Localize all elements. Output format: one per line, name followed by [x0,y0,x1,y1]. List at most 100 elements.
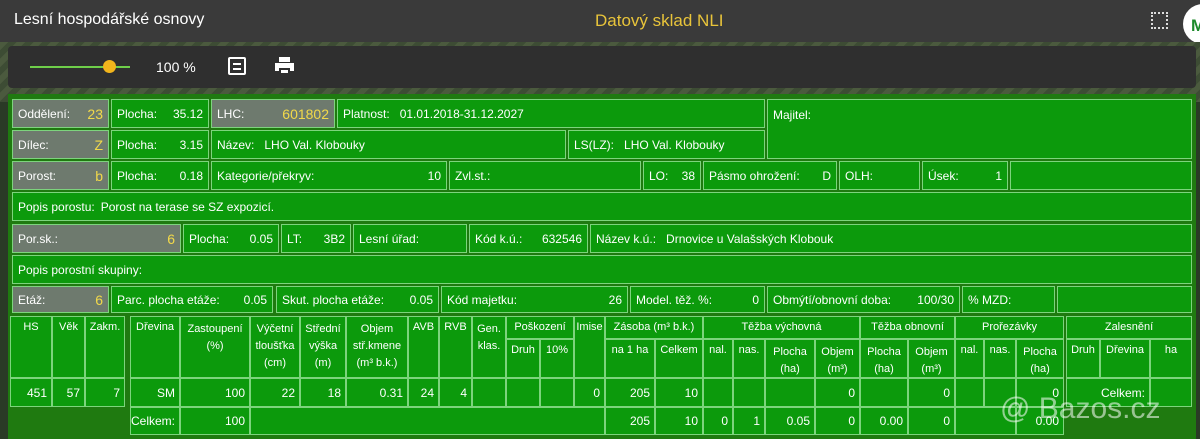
lhc-value: 601802 [282,105,329,122]
zvlst-label: Zvl.st.: [455,168,491,183]
olh-field: OLH: [839,161,920,190]
cell-avb: 24 [408,378,439,407]
app-title[interactable]: Lesní hospodářské osnovy [14,11,204,29]
parc-plocha-label: Parc. plocha etáže: [117,292,220,307]
plocha-label: Plocha: [189,231,230,246]
total-tv-nal: 0 [703,407,733,435]
vycetni-unit: (cm) [264,357,286,369]
majitel-field: Majitel: [767,99,1192,159]
col-zal-druh: Druh [1066,339,1100,378]
porsk-plocha-field: Plocha: 0.05 [183,224,279,253]
lt-label: LT: [287,231,303,246]
porost-plocha-field: Plocha: 0.18 [111,161,209,190]
cell-imise: 0 [574,378,605,407]
kategorie-value: 10 [427,168,441,183]
lt-field: LT: 3B2 [281,224,351,253]
etaz-value: 6 [95,291,103,308]
etaz-label: Etáž: [18,292,46,307]
col-imise: Imise [574,316,605,378]
notes-icon[interactable] [228,57,246,75]
col-poskozeni: Poškození [506,316,574,339]
col-stredni: Střední výška (m) [300,316,346,378]
pasmo-value: D [822,168,831,183]
avatar[interactable]: M [1183,4,1200,44]
to-objem-label: Objem [915,346,948,358]
toolbar: 100 % [8,46,1196,88]
col-tv-objem: Objem (m³) [815,339,860,378]
lo-value: 38 [681,168,695,183]
plocha-value: 0.05 [249,231,273,246]
zvlst-field: Zvl.st.: [449,161,641,190]
cell-vycetni: 22 [250,378,300,407]
nazevku-label: Název k.ú.: [596,231,657,246]
nazev-value: LHO Val. Klobouky [264,137,365,152]
skut-plocha-field: Skut. plocha etáže: 0.05 [276,286,439,313]
cell-zakm: 7 [85,378,125,407]
plocha-value: 35.12 [172,106,203,121]
total-zasoba-celkem: 10 [655,407,703,435]
total-zastoupeni: 100 [180,407,250,435]
oddeleni-field: Oddělení: 23 [12,99,109,128]
col-to-objem: Objem (m³) [908,339,955,378]
mzd-field: % MZD: [962,286,1055,313]
dilec-plocha-field: Plocha: 3.15 [111,130,209,159]
col-prorezavky: Prořezávky [955,316,1064,339]
oddeleni-value: 23 [87,105,103,122]
cell-tv-nal [703,378,733,407]
col-pr-nal: nal. [955,339,984,378]
col-zasoba: Zásoba (m³ b.k.) [605,316,703,339]
col-zal-drevina: Dřevina [1100,339,1150,378]
cell-posk-druh [506,378,540,407]
cell-to-plocha [860,378,908,407]
col-zasoba-na1: na 1 ha [605,339,655,378]
cell-tv-plocha [765,378,815,407]
porost-label: Porost: [18,168,57,183]
lesni-urad-field: Lesní úřad: [353,224,467,253]
cell-to-objem: 0 [908,378,955,407]
col-drevina: Dřevina [130,316,180,378]
vycetni-label: Výčetní [256,323,294,335]
dilec-label: Dílec: [18,137,49,152]
col-zastoupeni: Zastoupení (%) [180,316,250,378]
col-tv-nal: nal. [703,339,733,378]
total-label: Celkem: [130,407,180,435]
usek-value: 1 [995,168,1002,183]
porsk-value: 6 [167,230,175,247]
obmyti-value: 100/30 [917,292,954,307]
popis-porostu-label: Popis porostu: [18,199,95,214]
tv-plocha-label: Plocha [773,346,807,358]
to-plocha-label: Plocha [867,346,901,358]
zoom-slider-thumb[interactable] [103,60,116,73]
total-tv-plocha: 0.05 [765,407,815,435]
model-tez-field: Model. těž. %: 0 [630,286,765,313]
kodku-field: Kód k.ú.: 632546 [469,224,588,253]
select-area-icon[interactable] [1151,12,1168,29]
pr-plocha-unit: (ha) [1030,363,1050,375]
objem-label2: stř.kmene [352,340,402,352]
mzd-label: % MZD: [968,292,1012,307]
oddeleni-label: Oddělení: [18,106,71,121]
cell-tv-nas [733,378,765,407]
cell-hs: 451 [10,378,52,407]
col-rvb: RVB [439,316,472,378]
kategorie-field: Kategorie/překryv: 10 [211,161,447,190]
plocha-label: Plocha: [117,168,158,183]
kategorie-label: Kategorie/překryv: [217,168,315,183]
stredni-label: Střední [305,323,341,335]
vycetni-label2: tloušťka [255,340,295,352]
obmyti-label: Obmýtí/obnovní doba: [773,292,892,307]
row3-empty-field [1010,161,1192,190]
cell-rvb: 4 [439,378,472,407]
cell-stredni: 18 [300,378,346,407]
total-to-plocha: 0.00 [860,407,908,435]
gen-label2: klas. [477,340,501,352]
col-vek: Věk [52,316,85,378]
cell-zasoba-na1: 205 [605,378,655,407]
stredni-unit: (m) [314,357,332,369]
cell-posk-10 [540,378,574,407]
usek-label: Úsek: [928,168,959,183]
oddeleni-plocha-field: Plocha: 35.12 [111,99,209,128]
cell-drevina: SM [130,378,180,407]
print-icon[interactable] [275,57,294,75]
tv-objem-unit: (m³) [827,363,848,375]
